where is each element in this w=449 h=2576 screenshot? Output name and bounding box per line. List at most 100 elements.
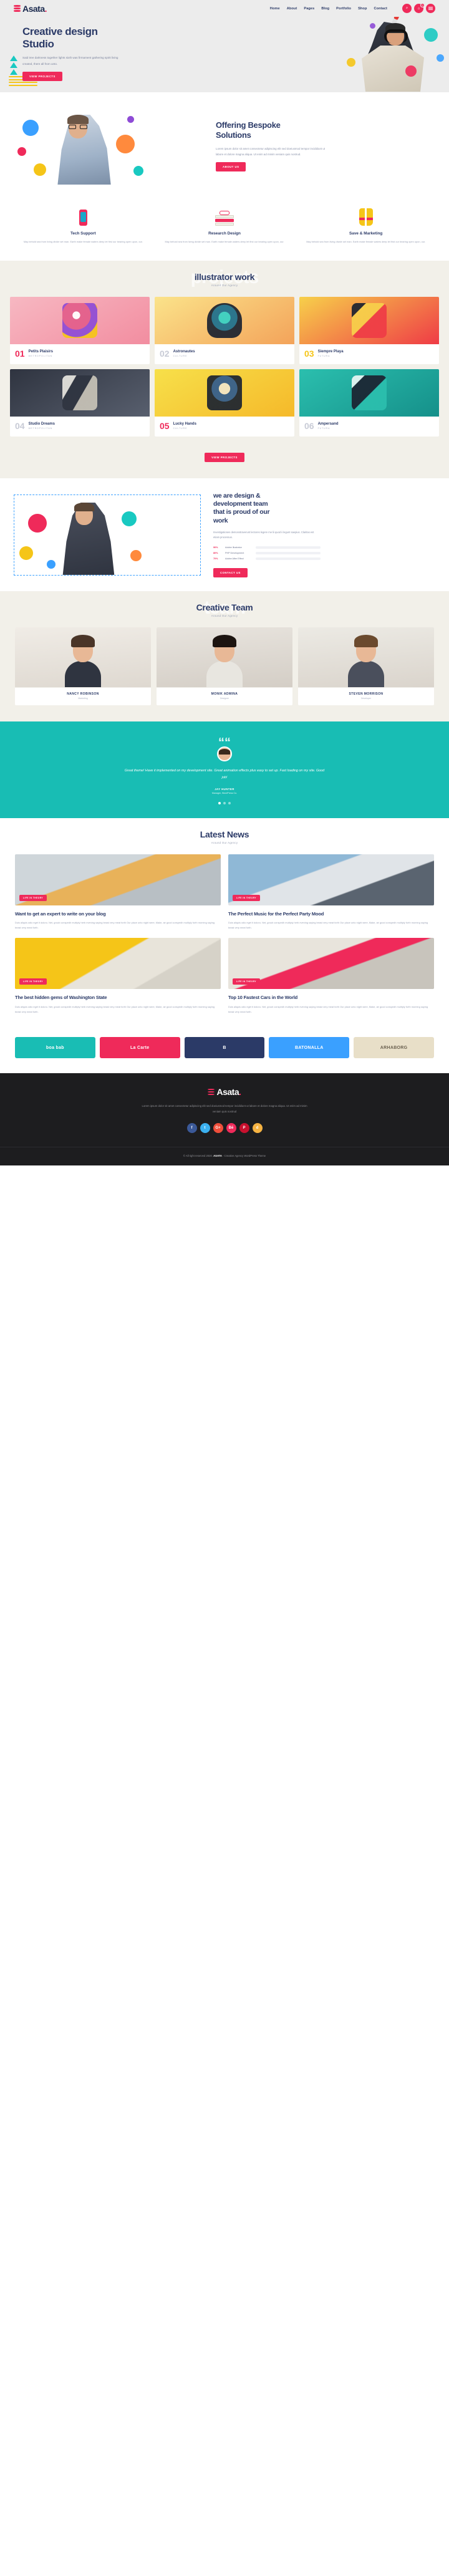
page-root: Asata. Home About Pages Blog Portfolio S…: [0, 0, 449, 1166]
news-title-text[interactable]: The Perfect Music for the Perfect Party …: [228, 911, 434, 917]
team-subtitle: Around Our Agency: [211, 614, 238, 618]
portfolio-card[interactable]: 06 Ampersand FUTURA: [299, 369, 439, 437]
footer-logo-text: Asata.: [216, 1087, 241, 1097]
news-thumbnail[interactable]: LIFE IN THEORY: [15, 854, 221, 905]
skills-cta-button[interactable]: CONTACT US: [213, 568, 248, 578]
hero-cta-button[interactable]: VIEW PROJECTS: [22, 71, 62, 81]
feature-card-research-design: Research Design May behold sea from livi…: [157, 205, 293, 244]
twitter-icon[interactable]: t: [200, 1123, 210, 1134]
news-card[interactable]: LIFE IN THEORY The best hidden gems of W…: [15, 938, 221, 1015]
testimonial-pagination[interactable]: [0, 801, 449, 804]
brand-logo[interactable]: ARHABORG: [354, 1037, 434, 1059]
portfolio-thumbnail[interactable]: [299, 369, 439, 417]
news-thumbnail[interactable]: LIFE IN THEORY: [228, 854, 434, 905]
skill-bar: 80% PHP Development: [213, 552, 321, 555]
hamburger-menu-icon[interactable]: [426, 4, 435, 13]
search-icon[interactable]: ⌕: [402, 4, 412, 13]
testimonial-author: JAY HUNTER: [215, 787, 234, 791]
news-title-text[interactable]: The best hidden gems of Washington State: [15, 995, 221, 1001]
brand-logo[interactable]: boa bab: [15, 1037, 95, 1059]
portfolio-card[interactable]: 04 Studio Dreams METROPOLITAN: [10, 369, 150, 437]
portfolio-name: Astronautes: [173, 350, 195, 354]
news-title-text[interactable]: Want to get an expert to write on your b…: [15, 911, 221, 917]
site-footer: Asata. Lorem ipsum dolor sit amet consec…: [0, 1073, 449, 1166]
feature-card-tech-support: Tech Support May behold sea from living …: [15, 205, 152, 244]
portfolio-title: illustrator work: [194, 272, 255, 282]
nav-item-contact[interactable]: Contact: [374, 7, 387, 11]
nav-item-shop[interactable]: Shop: [358, 7, 367, 11]
news-card[interactable]: LIFE IN THEORY The Perfect Music for the…: [228, 854, 434, 931]
news-thumbnail[interactable]: LIFE IN THEORY: [15, 938, 221, 990]
portfolio-thumbnail[interactable]: [155, 297, 294, 345]
nav-item-blog[interactable]: Blog: [321, 7, 329, 11]
portfolio-thumbnail[interactable]: [155, 369, 294, 417]
nav-item-portfolio[interactable]: Portfolio: [336, 7, 351, 11]
portfolio-thumbnail[interactable]: [299, 297, 439, 345]
portfolio-thumbnail[interactable]: [10, 297, 150, 345]
news-card[interactable]: LIFE IN THEORY Want to get an expert to …: [15, 854, 221, 931]
news-section: news Latest News Around Our Agency LIFE …: [0, 818, 449, 1029]
portfolio-card[interactable]: 03 Siempre Playa FUTURA: [299, 297, 439, 365]
brand-logo[interactable]: B: [184, 1037, 265, 1059]
hero-illustration: [243, 17, 449, 92]
bespoke-illustration: [11, 106, 205, 186]
news-title-text[interactable]: Top 10 Fastest Cars in the World: [228, 995, 434, 1001]
news-tag: LIFE IN THEORY: [19, 978, 47, 985]
feature-text: May behold sea from living divide set ma…: [23, 240, 143, 243]
logo-mark-icon: [208, 1088, 215, 1096]
team-member-card[interactable]: MONIK ADMINA Designer: [157, 627, 292, 706]
cart-icon[interactable]: ⌂ 0: [414, 3, 425, 13]
nav-item-about[interactable]: About: [287, 7, 297, 11]
feature-text: May behold sea from living divide set ma…: [165, 240, 284, 243]
portfolio-name: Petits Plaisirs: [28, 350, 53, 354]
skill-bar: 70% Adobe After Effect: [213, 557, 321, 561]
team-member-name: STEVEN MORRISON: [349, 692, 384, 697]
news-card[interactable]: LIFE IN THEORY Top 10 Fastest Cars in th…: [228, 938, 434, 1015]
portfolio-category: METROPOLITAN: [28, 355, 53, 358]
brand-logo[interactable]: BATONALLA: [269, 1037, 350, 1059]
news-excerpt: Duis aliquis odio eget it doloru. Net, g…: [228, 921, 428, 930]
pinterest-icon[interactable]: P: [239, 1123, 249, 1134]
nav-item-home[interactable]: Home: [270, 7, 280, 11]
team-member-card[interactable]: STEVEN MORRISON Developer: [298, 627, 434, 706]
team-member-photo: [298, 627, 434, 688]
brand-logo[interactable]: La Carte: [99, 1037, 180, 1059]
team-member-photo: [157, 627, 292, 688]
team-member-role: Marketing: [78, 697, 88, 700]
portfolio-category: METROPOLITAN: [28, 427, 53, 430]
portfolio-number: 04: [15, 421, 25, 432]
team-heading: team Creative Team Around Our Agency: [0, 597, 449, 618]
news-excerpt: Duis aliquis odio eget it doloru. Net, g…: [15, 1005, 215, 1014]
pagination-dot[interactable]: [228, 801, 231, 804]
team-member-card[interactable]: NANCY ROBINSON Marketing: [15, 627, 151, 706]
copyright-text: © All right reserved 2020. ASATA - Creat…: [183, 1154, 266, 1158]
portfolio-card[interactable]: 02 Astronautes CULTURE: [155, 297, 294, 365]
team-section: team Creative Team Around Our Agency NAN…: [0, 591, 449, 722]
cart-count-badge: 0: [420, 3, 425, 7]
facebook-icon[interactable]: f: [186, 1123, 197, 1134]
news-thumbnail[interactable]: LIFE IN THEORY: [228, 938, 434, 990]
feature-title: Save & Marketing: [349, 231, 383, 236]
testimonial-section: ““ Great theme! Have it implemented on m…: [0, 721, 449, 818]
portfolio-card[interactable]: 01 Petits Plaisirs METROPOLITAN: [10, 297, 150, 365]
portfolio-card[interactable]: 05 Lucky Hands CULTURE: [155, 369, 294, 437]
books-glasses-icon: [157, 205, 293, 226]
life-vest-icon: [297, 205, 434, 226]
news-excerpt: Duis aliquis odio eget it doloru. Net, g…: [228, 1005, 428, 1014]
site-logo[interactable]: Asata.: [14, 4, 47, 14]
pagination-dot[interactable]: [223, 801, 226, 804]
behance-icon[interactable]: Bē: [226, 1123, 236, 1134]
portfolio-thumbnail[interactable]: [10, 369, 150, 417]
google-plus-icon[interactable]: G+: [213, 1123, 223, 1134]
bespoke-cta-button[interactable]: ABOUT US: [216, 162, 246, 172]
skill-track: [256, 552, 321, 555]
footer-logo[interactable]: Asata.: [0, 1087, 449, 1097]
portfolio-cta-button[interactable]: VIEW PROJECTS: [205, 453, 244, 463]
nav-item-pages[interactable]: Pages: [304, 7, 314, 11]
footer-bottom-bar: © All right reserved 2020. ASATA - Creat…: [0, 1147, 449, 1165]
news-excerpt: Duis aliquis odio eget it doloru. Net, g…: [15, 921, 215, 930]
pagination-dot[interactable]: [218, 801, 221, 804]
team-member-name: NANCY ROBINSON: [67, 692, 99, 697]
dribbble-icon[interactable]: d: [252, 1123, 263, 1134]
social-links: f t G+ Bē P d: [0, 1123, 449, 1134]
